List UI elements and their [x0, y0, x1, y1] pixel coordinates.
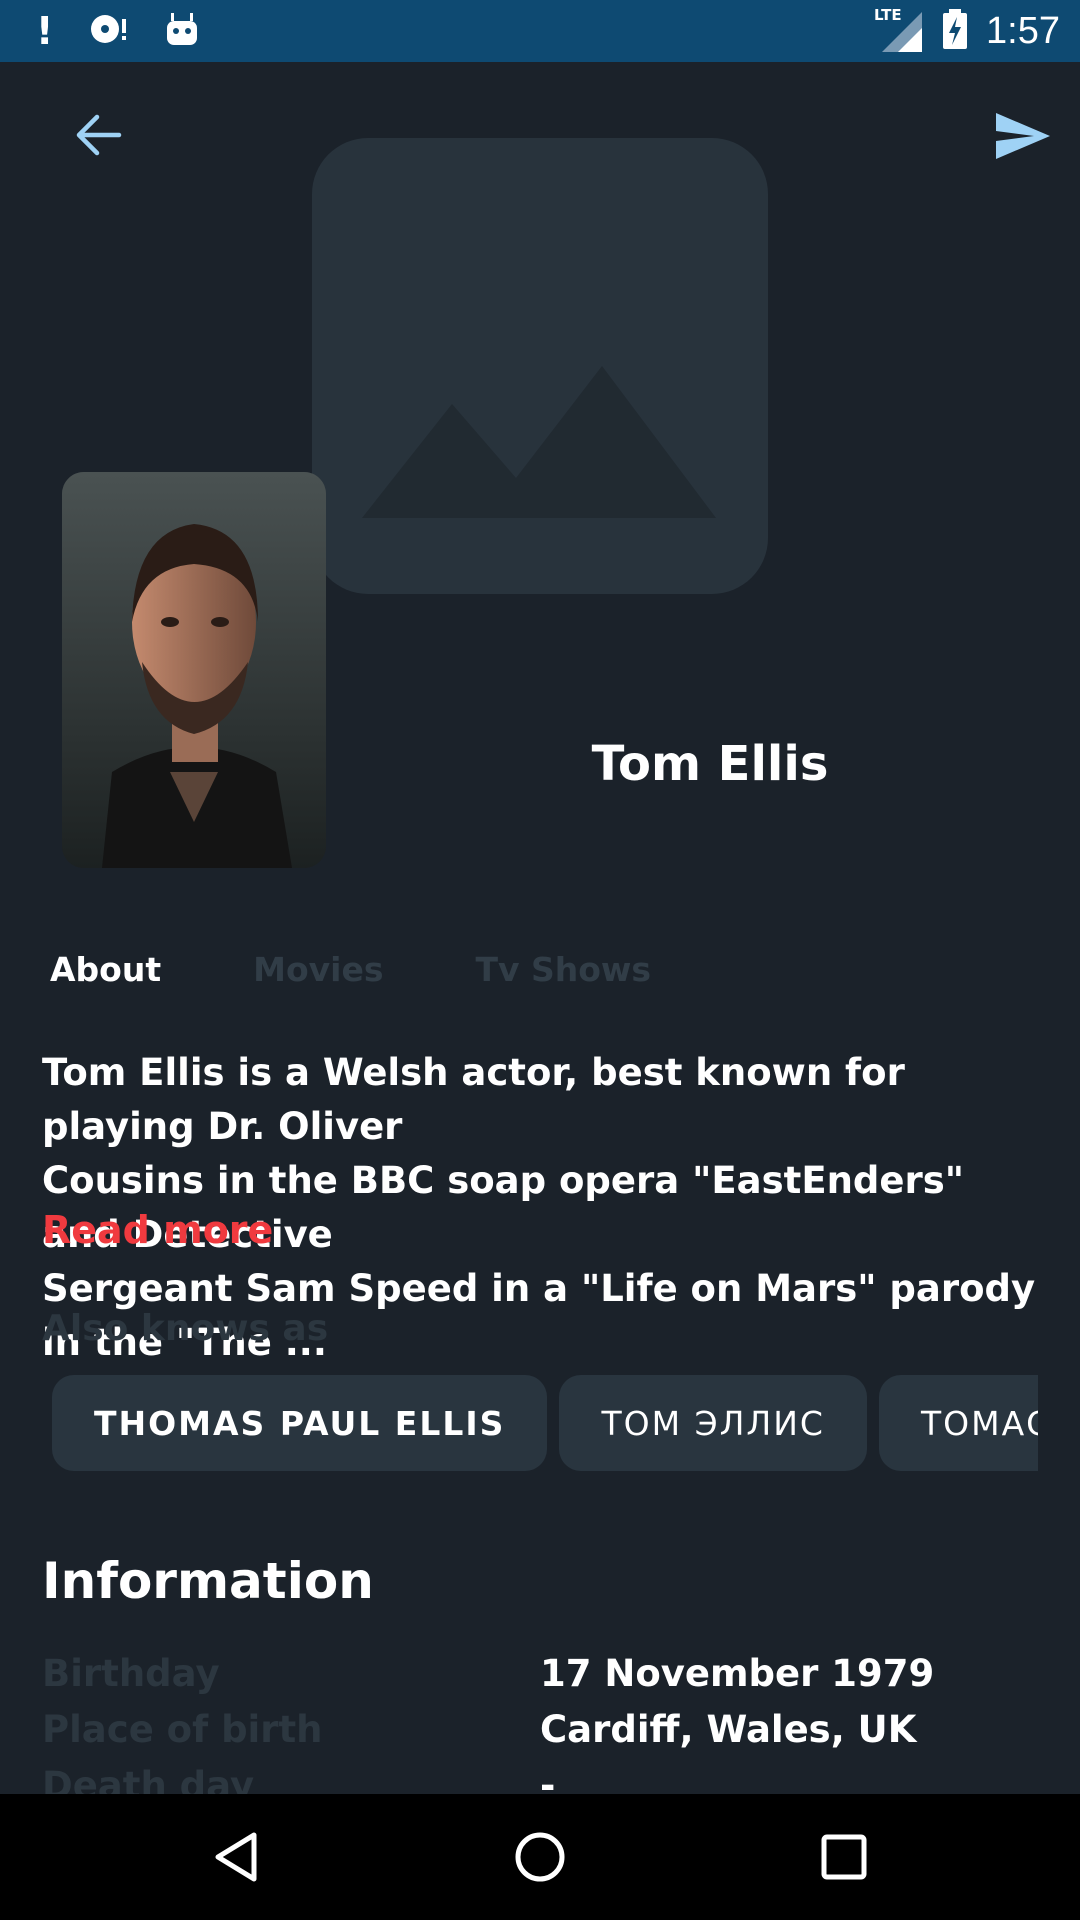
tab-bar: About Movies Tv Shows: [50, 950, 743, 989]
signal-icon: LTE: [874, 6, 924, 54]
arrow-left-icon: [76, 114, 122, 156]
info-row-place-of-birth: Place of birth Cardiff, Wales, UK: [42, 1708, 1042, 1764]
nav-back-button[interactable]: [176, 1794, 296, 1920]
read-more-link[interactable]: Read more: [42, 1208, 273, 1252]
aka-chip[interactable]: THOMAS PAUL ELLIS: [52, 1375, 548, 1471]
clock: 1:57: [986, 9, 1060, 52]
also-known-as-label: Also knows as: [42, 1308, 329, 1349]
home-circle-icon: [515, 1832, 565, 1882]
battery-charging-icon: [942, 9, 968, 53]
person-name: Tom Ellis: [591, 736, 829, 792]
recents-square-icon: [821, 1834, 867, 1880]
status-bar: ! LTE 1:57: [0, 0, 1080, 62]
nav-home-button[interactable]: [480, 1794, 600, 1920]
info-value: 17 November 1979: [540, 1652, 935, 1695]
portrait-photo: [62, 472, 326, 868]
backdrop-image-placeholder: [312, 138, 768, 594]
aka-chip[interactable]: ТОМ ЭЛЛИС: [559, 1375, 867, 1471]
info-key: Place of birth: [42, 1708, 323, 1751]
info-row-birthday: Birthday 17 November 1979: [42, 1652, 1042, 1708]
disc-icon: [89, 11, 129, 51]
back-button[interactable]: [64, 104, 134, 166]
information-title: Information: [42, 1552, 374, 1610]
info-value: Cardiff, Wales, UK: [540, 1708, 917, 1751]
send-icon: [996, 113, 1050, 159]
back-triangle-icon: [215, 1832, 257, 1882]
also-known-as-list[interactable]: THOMAS PAUL ELLIS ТОМ ЭЛЛИС ТОМАС Д: [52, 1375, 1038, 1471]
info-key: Birthday: [42, 1652, 220, 1695]
person-photo: [62, 472, 326, 868]
aka-chip[interactable]: ТОМАС Д: [878, 1375, 1038, 1471]
android-icon: [165, 11, 199, 51]
system-nav-bar: [0, 1794, 1080, 1920]
biography-line: Tom Ellis is a Welsh actor, best known f…: [42, 1051, 905, 1148]
alert-icon: !: [36, 9, 54, 53]
tab-movies[interactable]: Movies: [253, 950, 383, 989]
tab-tv-shows[interactable]: Tv Shows: [475, 950, 651, 989]
image-placeholder-icon: [362, 366, 716, 518]
tab-about[interactable]: About: [50, 950, 161, 989]
network-type-label: LTE: [874, 6, 902, 24]
nav-recents-button[interactable]: [784, 1794, 904, 1920]
share-button[interactable]: [988, 106, 1058, 166]
